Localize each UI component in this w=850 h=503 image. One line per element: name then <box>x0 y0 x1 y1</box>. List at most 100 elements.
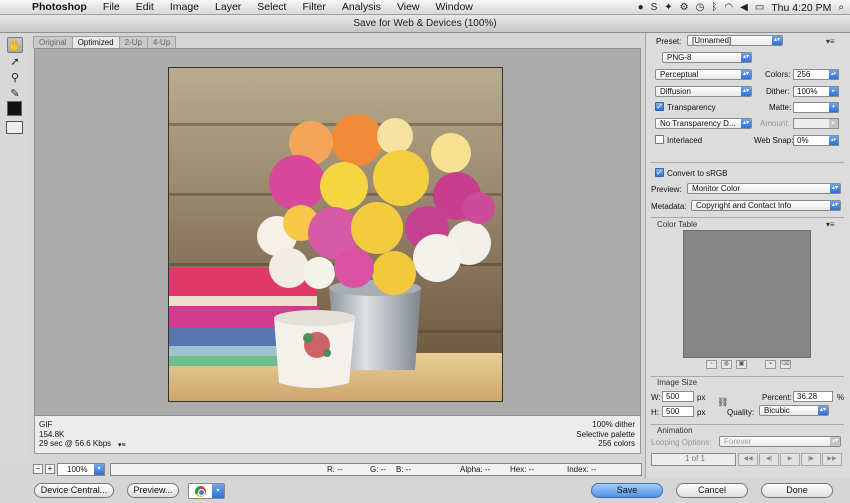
eyedropper-color-swatch[interactable] <box>7 101 22 116</box>
convert-srgb-checkbox[interactable]: ✓ <box>655 168 664 177</box>
zoom-level-value: 100% <box>67 465 88 474</box>
dropbox-icon[interactable]: ✦ <box>664 2 672 13</box>
transparency-label: Transparency <box>667 103 716 112</box>
menu-analysis[interactable]: Analysis <box>334 1 389 13</box>
quality-select[interactable]: Bicubic ▴▾ <box>759 405 829 416</box>
quality-value: Bicubic <box>764 406 790 415</box>
battery-icon[interactable]: ▭ <box>755 2 764 13</box>
websnap-field[interactable]: 0% ▴▾ <box>793 135 839 146</box>
skype-icon[interactable]: S <box>651 2 658 13</box>
play-icon[interactable]: ▶ <box>780 453 800 466</box>
zoom-level-select[interactable]: 100% ▾ <box>57 463 105 476</box>
search-icon[interactable]: ⌕ <box>838 2 844 13</box>
time-machine-icon[interactable]: ◷ <box>696 2 705 13</box>
bluetooth-icon[interactable]: ᛒ <box>711 2 717 13</box>
chevron-down-icon: ▴▾ <box>830 184 840 193</box>
image-size-title: Image Size <box>657 378 698 387</box>
tab-original[interactable]: Original <box>33 36 73 48</box>
tab-4-up[interactable]: 4-Up <box>146 36 177 48</box>
preview-select[interactable]: Monitor Color ▴▾ <box>687 183 841 194</box>
browser-icon <box>195 486 206 497</box>
readout-g: G: -- <box>370 465 386 474</box>
lock-color-icon[interactable]: ▣ <box>736 360 747 369</box>
save-button[interactable]: Save <box>591 483 663 498</box>
evernote-icon[interactable]: ● <box>638 2 644 13</box>
height-field[interactable]: 500 <box>662 406 694 417</box>
volume-icon[interactable]: ◀ <box>740 2 748 13</box>
file-format-select[interactable]: PNG-8 ▴▾ <box>662 52 752 63</box>
matte-select[interactable]: ▾ <box>793 102 839 113</box>
cancel-button[interactable]: Cancel <box>676 483 748 498</box>
optimize-menu-icon[interactable]: ▾≡ <box>826 37 835 46</box>
width-field[interactable]: 500 <box>662 391 694 402</box>
browser-select[interactable]: ▾ <box>188 483 225 499</box>
chevron-down-icon: ▴▾ <box>829 70 838 79</box>
toggle-slices-icon[interactable] <box>6 121 23 134</box>
metadata-select[interactable]: Copyright and Contact Info ▴▾ <box>691 200 841 211</box>
transparency-dither-select[interactable]: No Transparency D... ▴▾ <box>655 118 752 129</box>
eyedropper-tool-icon[interactable]: ✎ <box>7 85 23 101</box>
amount-field[interactable]: ▸ <box>793 118 839 129</box>
transparency-checkbox[interactable]: ✓ <box>655 102 664 111</box>
hand-tool-icon[interactable]: ✋ <box>7 37 23 53</box>
quality-label: Quality: <box>727 408 755 417</box>
colors-label: Colors: <box>765 70 791 79</box>
dither-algorithm-select[interactable]: Diffusion ▴▾ <box>655 86 752 97</box>
new-color-icon[interactable]: ▪ <box>765 360 776 369</box>
wifi-icon[interactable]: ◠ <box>724 2 733 13</box>
preview-button[interactable]: Preview... <box>127 483 179 498</box>
chevron-right-icon: ▸ <box>829 119 838 128</box>
menu-edit[interactable]: Edit <box>128 1 162 13</box>
menu-view[interactable]: View <box>389 1 428 13</box>
menubar-clock[interactable]: Thu 4:20 PM <box>771 2 831 14</box>
settings-icon[interactable]: ⚙ <box>680 2 689 13</box>
color-table-menu-icon[interactable]: ▾≡ <box>826 220 835 229</box>
looping-options-value: Forever <box>724 437 752 446</box>
info-size: 154.8K <box>39 429 65 439</box>
web-shift-icon[interactable]: ◍ <box>721 360 732 369</box>
menu-layer[interactable]: Layer <box>207 1 249 13</box>
info-colors: 256 colors <box>598 439 635 448</box>
slice-select-tool-icon[interactable]: ➚ <box>7 53 23 69</box>
color-reduction-select[interactable]: Perceptual ▴▾ <box>655 69 752 80</box>
first-frame-icon[interactable]: ◀◀ <box>738 453 758 466</box>
percent-field[interactable]: 36.28 <box>793 391 833 402</box>
dither-label: Dither: <box>766 87 790 96</box>
next-frame-icon[interactable]: |▶ <box>801 453 821 466</box>
menu-app-name[interactable]: Photoshop <box>28 1 95 13</box>
tab-optimized[interactable]: Optimized <box>71 36 120 48</box>
interlaced-checkbox[interactable] <box>655 135 664 144</box>
menu-file[interactable]: File <box>95 1 128 13</box>
menu-filter[interactable]: Filter <box>294 1 333 13</box>
optimization-info: GIF 154.8K 29 sec @ 56.6 Kbps ▾≡ 100% di… <box>34 416 641 454</box>
preview-canvas[interactable] <box>34 48 641 416</box>
preset-value: [Unnamed] <box>692 36 732 45</box>
preset-select[interactable]: [Unnamed] ▴▾ <box>687 35 783 46</box>
info-dither: 100% dither <box>592 420 635 429</box>
menu-image[interactable]: Image <box>162 1 207 13</box>
zoom-out-button[interactable]: − <box>33 464 43 474</box>
last-frame-icon[interactable]: ▶▶ <box>822 453 842 466</box>
chevron-down-icon: ▴▾ <box>829 136 838 145</box>
color-table-grid[interactable] <box>683 230 811 358</box>
constrain-proportions-link-icon[interactable]: ⛓ <box>717 397 728 408</box>
height-label: H: <box>651 408 659 417</box>
section-divider <box>650 376 844 377</box>
download-speed-menu-icon[interactable]: ▾≡ <box>118 441 126 451</box>
device-central-button[interactable]: Device Central... <box>34 483 114 498</box>
previous-frame-icon[interactable]: ◀| <box>759 453 779 466</box>
menu-select[interactable]: Select <box>249 1 294 13</box>
map-color-icon[interactable]: ▫ <box>706 360 717 369</box>
zoom-in-button[interactable]: + <box>45 464 55 474</box>
zoom-tool-icon[interactable]: ⚲ <box>7 69 23 85</box>
done-button[interactable]: Done <box>761 483 833 498</box>
tab-2-up[interactable]: 2-Up <box>118 36 148 48</box>
colors-field[interactable]: 256 ▴▾ <box>793 69 839 80</box>
dither-field[interactable]: 100% ▸ <box>793 86 839 97</box>
menu-window[interactable]: Window <box>428 1 481 13</box>
flower-bouquet-photo <box>169 68 502 401</box>
menu-bar: Photoshop File Edit Image Layer Select F… <box>0 0 850 15</box>
looping-options-select[interactable]: Forever ▴▾ <box>719 436 841 447</box>
optimized-image-preview[interactable] <box>168 67 503 402</box>
delete-color-icon[interactable]: ⌫ <box>780 360 791 369</box>
